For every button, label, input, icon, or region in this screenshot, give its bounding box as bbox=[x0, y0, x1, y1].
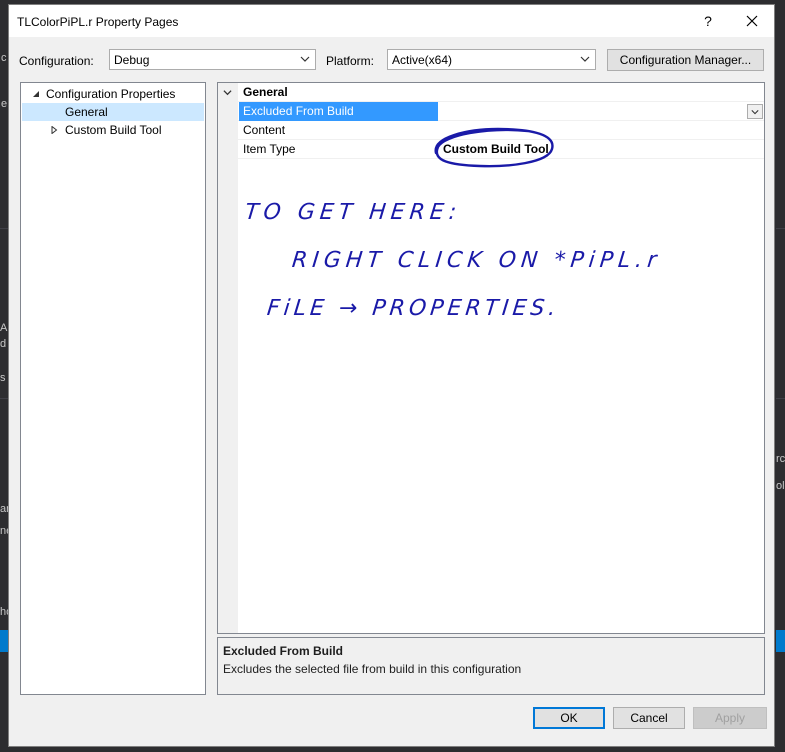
handwritten-annotation: TO GET HERE: RIGHT CLICK ON *PiPL.r FiLE… bbox=[217, 165, 765, 365]
description-title: Excluded From Build bbox=[223, 644, 344, 658]
chevron-down-icon bbox=[300, 56, 310, 62]
description-text: Excludes the selected file from build in… bbox=[223, 662, 522, 676]
platform-value: Active(x64) bbox=[392, 53, 453, 67]
value-dropdown-button[interactable] bbox=[747, 104, 763, 119]
bg-divider bbox=[0, 228, 8, 229]
tree-item-configuration-properties[interactable]: Configuration Properties bbox=[22, 85, 204, 103]
category-label: General bbox=[243, 85, 288, 99]
title-bar[interactable]: TLColorPiPL.r Property Pages ? bbox=[9, 5, 774, 37]
bg-highlight bbox=[776, 630, 785, 652]
configuration-value: Debug bbox=[114, 53, 150, 67]
help-button[interactable]: ? bbox=[697, 11, 719, 31]
annotation-line: FiLE → PROPERTIES. bbox=[265, 296, 561, 321]
chevron-down-icon bbox=[751, 110, 759, 115]
chevron-down-icon[interactable] bbox=[223, 88, 232, 97]
collapse-triangle-icon[interactable] bbox=[32, 90, 40, 98]
tree-item-label: Custom Build Tool bbox=[65, 123, 162, 137]
property-tree: Configuration Properties General Custom … bbox=[20, 82, 206, 695]
bg-divider bbox=[776, 228, 785, 229]
tree-item-custom-build-tool[interactable]: Custom Build Tool bbox=[22, 121, 204, 139]
property-name: Content bbox=[243, 123, 286, 137]
bg-divider bbox=[776, 398, 785, 399]
annotation-line: RIGHT CLICK ON *PiPL.r bbox=[290, 248, 663, 273]
cancel-button[interactable]: Cancel bbox=[613, 707, 685, 729]
platform-select[interactable]: Active(x64) bbox=[387, 49, 596, 70]
bg-fragment: e bbox=[1, 98, 8, 110]
grid-category-general[interactable]: General bbox=[218, 83, 764, 102]
configuration-select[interactable]: Debug bbox=[109, 49, 316, 70]
bg-fragment: A bbox=[0, 322, 8, 334]
property-name: Item Type bbox=[243, 142, 296, 156]
bg-fragment: d bbox=[0, 338, 7, 350]
property-name: Excluded From Build bbox=[239, 102, 438, 121]
tree-item-label: General bbox=[65, 105, 108, 119]
chevron-down-icon bbox=[580, 56, 590, 62]
dialog-title: TLColorPiPL.r Property Pages bbox=[17, 15, 179, 29]
bg-divider bbox=[0, 398, 8, 399]
configuration-manager-button[interactable]: Configuration Manager... bbox=[607, 49, 764, 71]
bg-fragment: rch bbox=[776, 453, 785, 465]
bg-fragment: s bbox=[0, 372, 6, 384]
bg-highlight bbox=[0, 630, 8, 652]
platform-label: Platform: bbox=[326, 54, 375, 68]
tree-item-label: Configuration Properties bbox=[46, 87, 176, 101]
bg-fragment: olo bbox=[776, 480, 785, 492]
tree-item-general[interactable]: General bbox=[22, 103, 204, 121]
expand-triangle-icon[interactable] bbox=[50, 126, 58, 134]
ok-button[interactable]: OK bbox=[533, 707, 605, 729]
description-pane: Excluded From Build Excludes the selecte… bbox=[217, 637, 765, 695]
property-pages-dialog: TLColorPiPL.r Property Pages ? Configura… bbox=[8, 4, 775, 747]
bg-fragment: c bbox=[1, 52, 7, 64]
apply-button[interactable]: Apply bbox=[693, 707, 767, 729]
close-icon bbox=[746, 15, 758, 27]
grid-row-excluded-from-build[interactable]: Excluded From Build bbox=[218, 102, 764, 121]
configuration-label: Configuration: bbox=[19, 54, 94, 68]
annotation-line: TO GET HERE: bbox=[243, 200, 463, 225]
close-button[interactable] bbox=[741, 11, 763, 31]
